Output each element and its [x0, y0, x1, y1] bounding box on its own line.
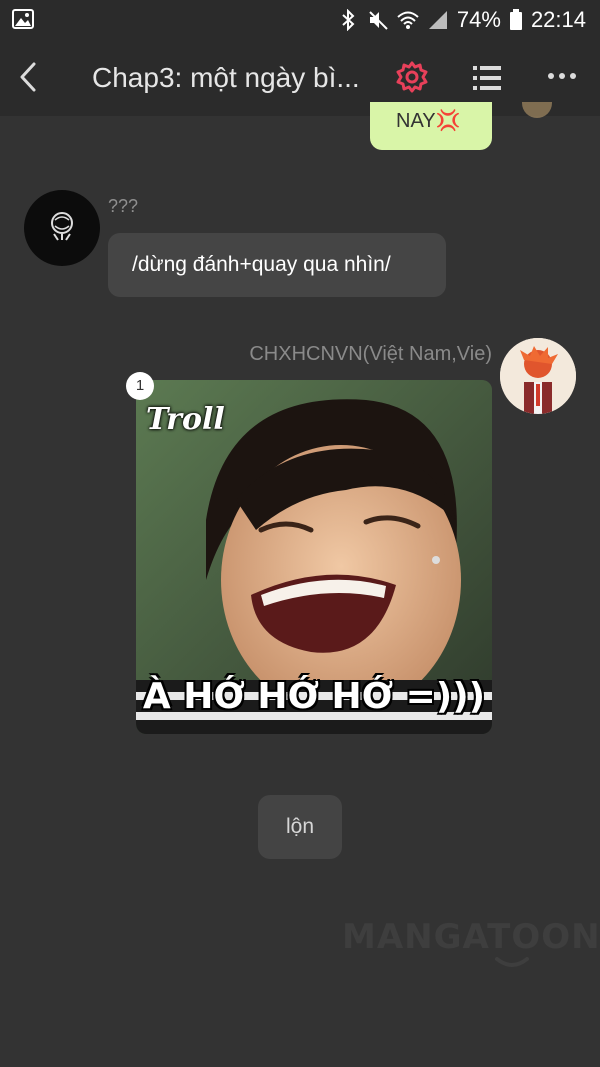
list-icon[interactable]	[471, 62, 503, 94]
page-title: Chap3: một ngày bì...	[92, 62, 360, 93]
clock: 22:14	[530, 7, 586, 32]
battery-percent: 74%	[456, 7, 501, 32]
app-bar: Chap3: một ngày bì...	[0, 40, 600, 116]
previous-message-text: NAY💢	[396, 110, 461, 132]
narration-chip: lộn	[258, 795, 342, 859]
message-image[interactable]: Troll À HỚ HỚ HỚ =)))	[136, 380, 492, 734]
mute-icon	[369, 11, 388, 30]
avatar[interactable]	[24, 190, 100, 266]
sender-name: CHXHCNVN(Việt Nam,Vie)	[249, 343, 492, 365]
narration-text: lộn	[285, 815, 315, 838]
character-avatar-image	[51, 212, 73, 241]
message-text: /dừng đánh+quay qua nhìn/	[132, 253, 391, 276]
more-icon[interactable]	[546, 68, 578, 84]
previous-message-bubble: NAY💢	[370, 102, 492, 150]
image-count-badge: 1	[126, 372, 154, 400]
gear-icon[interactable]	[395, 60, 429, 94]
battery-icon	[509, 9, 522, 30]
status-bar: 74% 22:14	[0, 0, 600, 40]
meme-caption: À HỚ HỚ HỚ =)))	[142, 676, 486, 717]
wifi-icon	[397, 11, 419, 29]
watermark-smile-icon	[495, 957, 529, 967]
bluetooth-icon	[342, 9, 355, 31]
character-avatar-image	[500, 338, 576, 414]
mangatoon-watermark: MANGATOON	[342, 915, 600, 971]
sender-name: ???	[108, 196, 139, 216]
image-icon	[12, 9, 34, 29]
avatar[interactable]	[500, 338, 576, 414]
signal-icon	[428, 11, 447, 29]
message-bubble: /dừng đánh+quay qua nhìn/	[108, 233, 446, 297]
back-icon[interactable]	[14, 60, 44, 94]
meme-logo: Troll	[146, 402, 225, 437]
